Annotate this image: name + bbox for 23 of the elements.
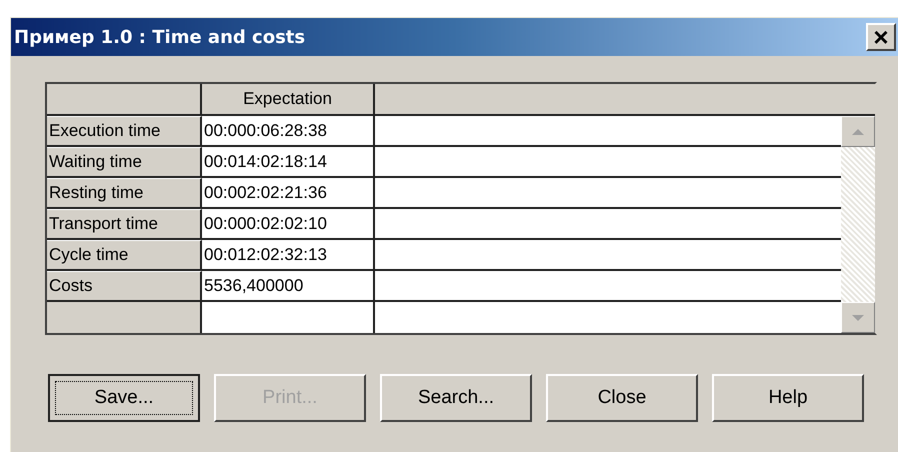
vertical-scrollbar[interactable] bbox=[841, 116, 875, 333]
dialog-button[interactable]: Help bbox=[712, 374, 864, 422]
row-header: Transport time bbox=[47, 209, 202, 238]
window-title: Пример 1.0 : Time and costs bbox=[14, 26, 306, 50]
table-cell: 00:012:02:32:13 bbox=[202, 240, 375, 269]
table-cell: 00:014:02:18:14 bbox=[202, 147, 375, 176]
dialog-button[interactable]: Search... bbox=[380, 374, 532, 422]
scroll-down-button[interactable] bbox=[841, 302, 875, 333]
row-header: Execution time bbox=[47, 116, 202, 145]
close-button[interactable]: × bbox=[866, 23, 896, 51]
table-cell: 00:002:02:21:36 bbox=[202, 178, 375, 207]
row-header: Costs bbox=[47, 271, 202, 300]
row-header: Cycle time bbox=[47, 240, 202, 269]
row-header: Waiting time bbox=[47, 147, 202, 176]
dialog-button[interactable]: Save... bbox=[48, 374, 200, 422]
scroll-up-button[interactable] bbox=[841, 116, 875, 147]
up-arrow-icon bbox=[852, 128, 864, 134]
table-cell: 00:000:06:28:38 bbox=[202, 116, 375, 145]
down-arrow-icon bbox=[852, 314, 864, 320]
table-cell: 5536,400000 bbox=[202, 271, 375, 300]
dialog-button[interactable]: Close bbox=[546, 374, 698, 422]
table-cell: 00:000:02:02:10 bbox=[202, 209, 375, 238]
row-header: Resting time bbox=[47, 178, 202, 207]
